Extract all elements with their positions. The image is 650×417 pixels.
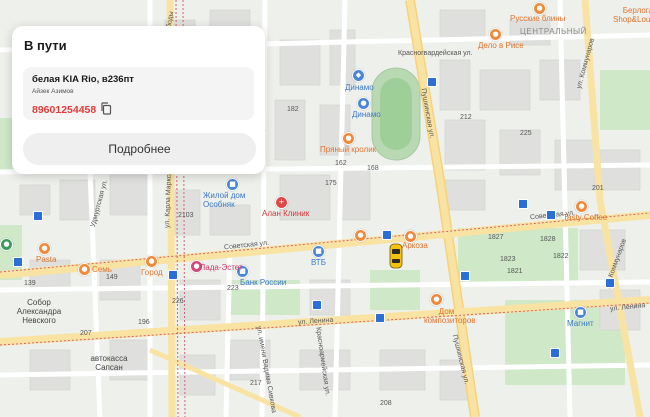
cafe-pin-icon[interactable]: ● bbox=[342, 132, 355, 145]
food-pin-icon[interactable]: ● bbox=[145, 255, 158, 268]
building-pin-icon[interactable]: ■ bbox=[226, 178, 239, 191]
restaurant-pin-icon[interactable]: ● bbox=[489, 28, 502, 41]
cafe-pin-icon[interactable]: ● bbox=[354, 229, 367, 242]
copy-icon[interactable] bbox=[100, 102, 112, 115]
driver-name: Айзек Азимов bbox=[32, 88, 74, 95]
bus-stop-icon[interactable] bbox=[312, 300, 322, 310]
bus-stop-icon[interactable] bbox=[33, 211, 43, 221]
house-number: 1828 bbox=[540, 236, 556, 243]
street-label: Красногвардейская ул. bbox=[398, 50, 473, 57]
house-number: 139 bbox=[24, 280, 36, 287]
poi-label[interactable]: Динамо bbox=[352, 111, 381, 119]
taxi-car-icon[interactable] bbox=[389, 243, 403, 269]
poi-label[interactable]: Магнит bbox=[567, 320, 594, 328]
bus-stop-icon[interactable] bbox=[546, 210, 556, 220]
driver-info-panel: белая KIA Rio, в236пт Айзек Азимов 89601… bbox=[23, 67, 254, 120]
house-number: 1823 bbox=[500, 256, 516, 263]
house-number: 149 bbox=[106, 274, 118, 281]
house-number: 182 bbox=[287, 106, 299, 113]
details-button[interactable]: Подробнее bbox=[23, 133, 256, 165]
bus-stop-icon[interactable] bbox=[375, 313, 385, 323]
house-number: 225 bbox=[520, 130, 532, 137]
poi-label[interactable]: Динамо bbox=[345, 84, 374, 92]
bus-stop-icon[interactable] bbox=[13, 257, 23, 267]
poi-label[interactable]: Жилой дом Особняк bbox=[203, 191, 263, 209]
house-number: 217 bbox=[250, 380, 262, 387]
bus-stop-icon[interactable] bbox=[550, 348, 560, 358]
bus-stop-icon[interactable] bbox=[518, 199, 528, 209]
poi-label[interactable]: ВТБ bbox=[311, 259, 326, 267]
poi-label[interactable]: Банк России bbox=[240, 279, 286, 287]
driver-phone[interactable]: 89601254458 bbox=[32, 104, 96, 116]
ride-status-card: В пути белая KIA Rio, в236пт Айзек Азимо… bbox=[12, 26, 265, 174]
house-number: 175 bbox=[325, 180, 337, 187]
poi-label[interactable]: Лада-Эстет bbox=[200, 264, 243, 272]
house-number: 196 bbox=[138, 319, 150, 326]
sports-pin-icon[interactable]: ● bbox=[357, 97, 370, 110]
food-pin-icon[interactable]: ● bbox=[38, 242, 51, 255]
poi-label[interactable]: Pasta bbox=[36, 256, 56, 264]
poi-label[interactable]: Семь bbox=[92, 266, 112, 274]
coffee-pin-icon[interactable]: ● bbox=[575, 200, 588, 213]
poi-label[interactable]: Пряный кролик bbox=[320, 146, 376, 154]
poi-label[interactable]: Дело в Рисе bbox=[478, 42, 524, 50]
house-number: 2103 bbox=[178, 212, 194, 219]
stadium-pin-icon[interactable]: ◆ bbox=[352, 69, 365, 82]
poi-label[interactable]: Tasty Coffee bbox=[563, 214, 607, 222]
house-number: 1821 bbox=[507, 268, 523, 275]
food-pin-icon[interactable]: ● bbox=[78, 263, 91, 276]
poi-label[interactable]: Аркоза bbox=[402, 242, 428, 250]
poi-label[interactable]: автокасса Сапсан bbox=[88, 354, 130, 372]
building-pin-icon[interactable]: ● bbox=[430, 293, 443, 306]
bus-stop-icon[interactable] bbox=[427, 77, 437, 87]
poi-label[interactable]: Собор Александра Невского bbox=[8, 298, 70, 325]
house-number: 226 bbox=[172, 298, 184, 305]
house-number: 223 bbox=[227, 285, 239, 292]
bus-stop-icon[interactable] bbox=[168, 270, 178, 280]
house-number: 208 bbox=[380, 400, 392, 407]
poi-label[interactable]: Город bbox=[141, 269, 163, 277]
bus-stop-icon[interactable] bbox=[382, 230, 392, 240]
house-number: 168 bbox=[367, 165, 379, 172]
clinic-pin-icon[interactable]: + bbox=[275, 196, 288, 209]
church-pin-icon[interactable]: ● bbox=[0, 238, 13, 251]
house-number: 1822 bbox=[553, 253, 569, 260]
poi-label[interactable]: Алан Клиник bbox=[262, 210, 309, 218]
bus-stop-icon[interactable] bbox=[605, 278, 615, 288]
ride-status-title: В пути bbox=[24, 38, 67, 53]
poi-label[interactable]: Дом композиторов bbox=[424, 307, 476, 325]
house-number: 201 bbox=[592, 185, 604, 192]
house-number: 207 bbox=[80, 330, 92, 337]
house-number: 212 bbox=[460, 114, 472, 121]
bank-pin-icon[interactable]: ■ bbox=[312, 245, 325, 258]
poi-label[interactable]: Русские блины bbox=[510, 15, 565, 23]
poi-label[interactable]: Берлога Shop&Lounge bbox=[613, 6, 650, 24]
bus-stop-icon[interactable] bbox=[460, 271, 470, 281]
district-label: ЦЕНТРАЛЬНЫЙ bbox=[520, 27, 587, 36]
house-number: 1827 bbox=[488, 234, 504, 241]
car-info: белая KIA Rio, в236пт bbox=[32, 74, 134, 85]
shop-pin-icon[interactable]: ■ bbox=[574, 306, 587, 319]
house-number: 162 bbox=[335, 160, 347, 167]
